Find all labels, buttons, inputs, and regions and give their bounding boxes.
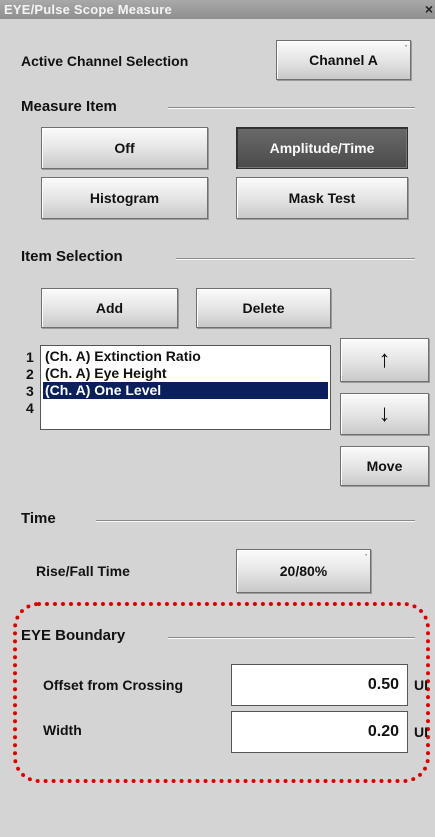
measure-off-label: Off xyxy=(114,140,135,156)
measure-amplitude-time-button[interactable]: Amplitude/Time xyxy=(236,127,408,169)
list-item[interactable] xyxy=(43,399,328,416)
rise-fall-time-button[interactable]: 20/80% ᐧ xyxy=(236,549,371,593)
add-button-label: Add xyxy=(95,300,124,316)
list-item-selected[interactable]: (Ch. A) One Level xyxy=(43,382,328,399)
row-number: 4 xyxy=(26,400,34,416)
eye-boundary-heading: EYE Boundary xyxy=(21,627,126,644)
separator xyxy=(176,258,415,260)
measure-mask-test-button[interactable]: Mask Test xyxy=(236,177,408,219)
delete-button[interactable]: Delete xyxy=(196,288,331,328)
row-number: 2 xyxy=(26,366,34,382)
arrow-down-icon: ↓ xyxy=(378,400,391,427)
window-title: EYE/Pulse Scope Measure xyxy=(4,2,172,17)
add-button[interactable]: Add xyxy=(41,288,178,328)
channel-select-button[interactable]: Channel A ᐧ xyxy=(276,40,411,80)
channel-select-button-label: Channel A xyxy=(309,52,378,68)
offset-unit: UI xyxy=(414,677,428,693)
delete-button-label: Delete xyxy=(242,300,285,316)
move-button-label: Move xyxy=(366,458,403,474)
measure-histogram-button[interactable]: Histogram xyxy=(41,177,208,219)
offset-from-crossing-input[interactable]: 0.50 xyxy=(231,664,408,706)
move-up-button[interactable]: ↑ xyxy=(340,338,429,382)
separator xyxy=(168,637,415,639)
offset-from-crossing-label: Offset from Crossing xyxy=(43,677,184,693)
dropdown-marker-icon: ᐧ xyxy=(404,41,407,51)
active-channel-label: Active Channel Selection xyxy=(21,53,189,69)
list-item[interactable]: (Ch. A) Eye Height xyxy=(43,365,328,382)
width-value: 0.20 xyxy=(367,723,399,740)
width-unit: UI xyxy=(414,724,428,740)
measure-amplitude-time-label: Amplitude/Time xyxy=(269,140,375,156)
rise-fall-time-label: Rise/Fall Time xyxy=(36,563,130,579)
separator xyxy=(168,107,415,109)
move-down-button[interactable]: ↓ xyxy=(340,393,429,435)
width-label: Width xyxy=(43,722,82,738)
measure-item-heading: Measure Item xyxy=(21,98,117,115)
close-icon[interactable]: × xyxy=(425,1,433,17)
separator xyxy=(96,520,415,522)
measure-off-button[interactable]: Off xyxy=(41,127,208,169)
time-heading: Time xyxy=(21,510,56,527)
offset-from-crossing-value: 0.50 xyxy=(367,676,399,693)
title-bar: EYE/Pulse Scope Measure × xyxy=(0,0,435,19)
rise-fall-time-value: 20/80% xyxy=(279,563,328,579)
row-number: 1 xyxy=(26,349,34,365)
measure-histogram-label: Histogram xyxy=(89,190,160,206)
row-number: 3 xyxy=(26,383,34,399)
move-button[interactable]: Move xyxy=(340,446,429,486)
width-input[interactable]: 0.20 xyxy=(231,711,408,753)
list-item[interactable]: (Ch. A) Extinction Ratio xyxy=(43,348,328,365)
item-list[interactable]: (Ch. A) Extinction Ratio (Ch. A) Eye Hei… xyxy=(40,345,331,430)
item-selection-heading: Item Selection xyxy=(21,248,123,265)
arrow-up-icon: ↑ xyxy=(378,346,391,373)
measure-mask-test-label: Mask Test xyxy=(288,190,356,206)
dropdown-marker-icon: ᐧ xyxy=(364,550,367,560)
